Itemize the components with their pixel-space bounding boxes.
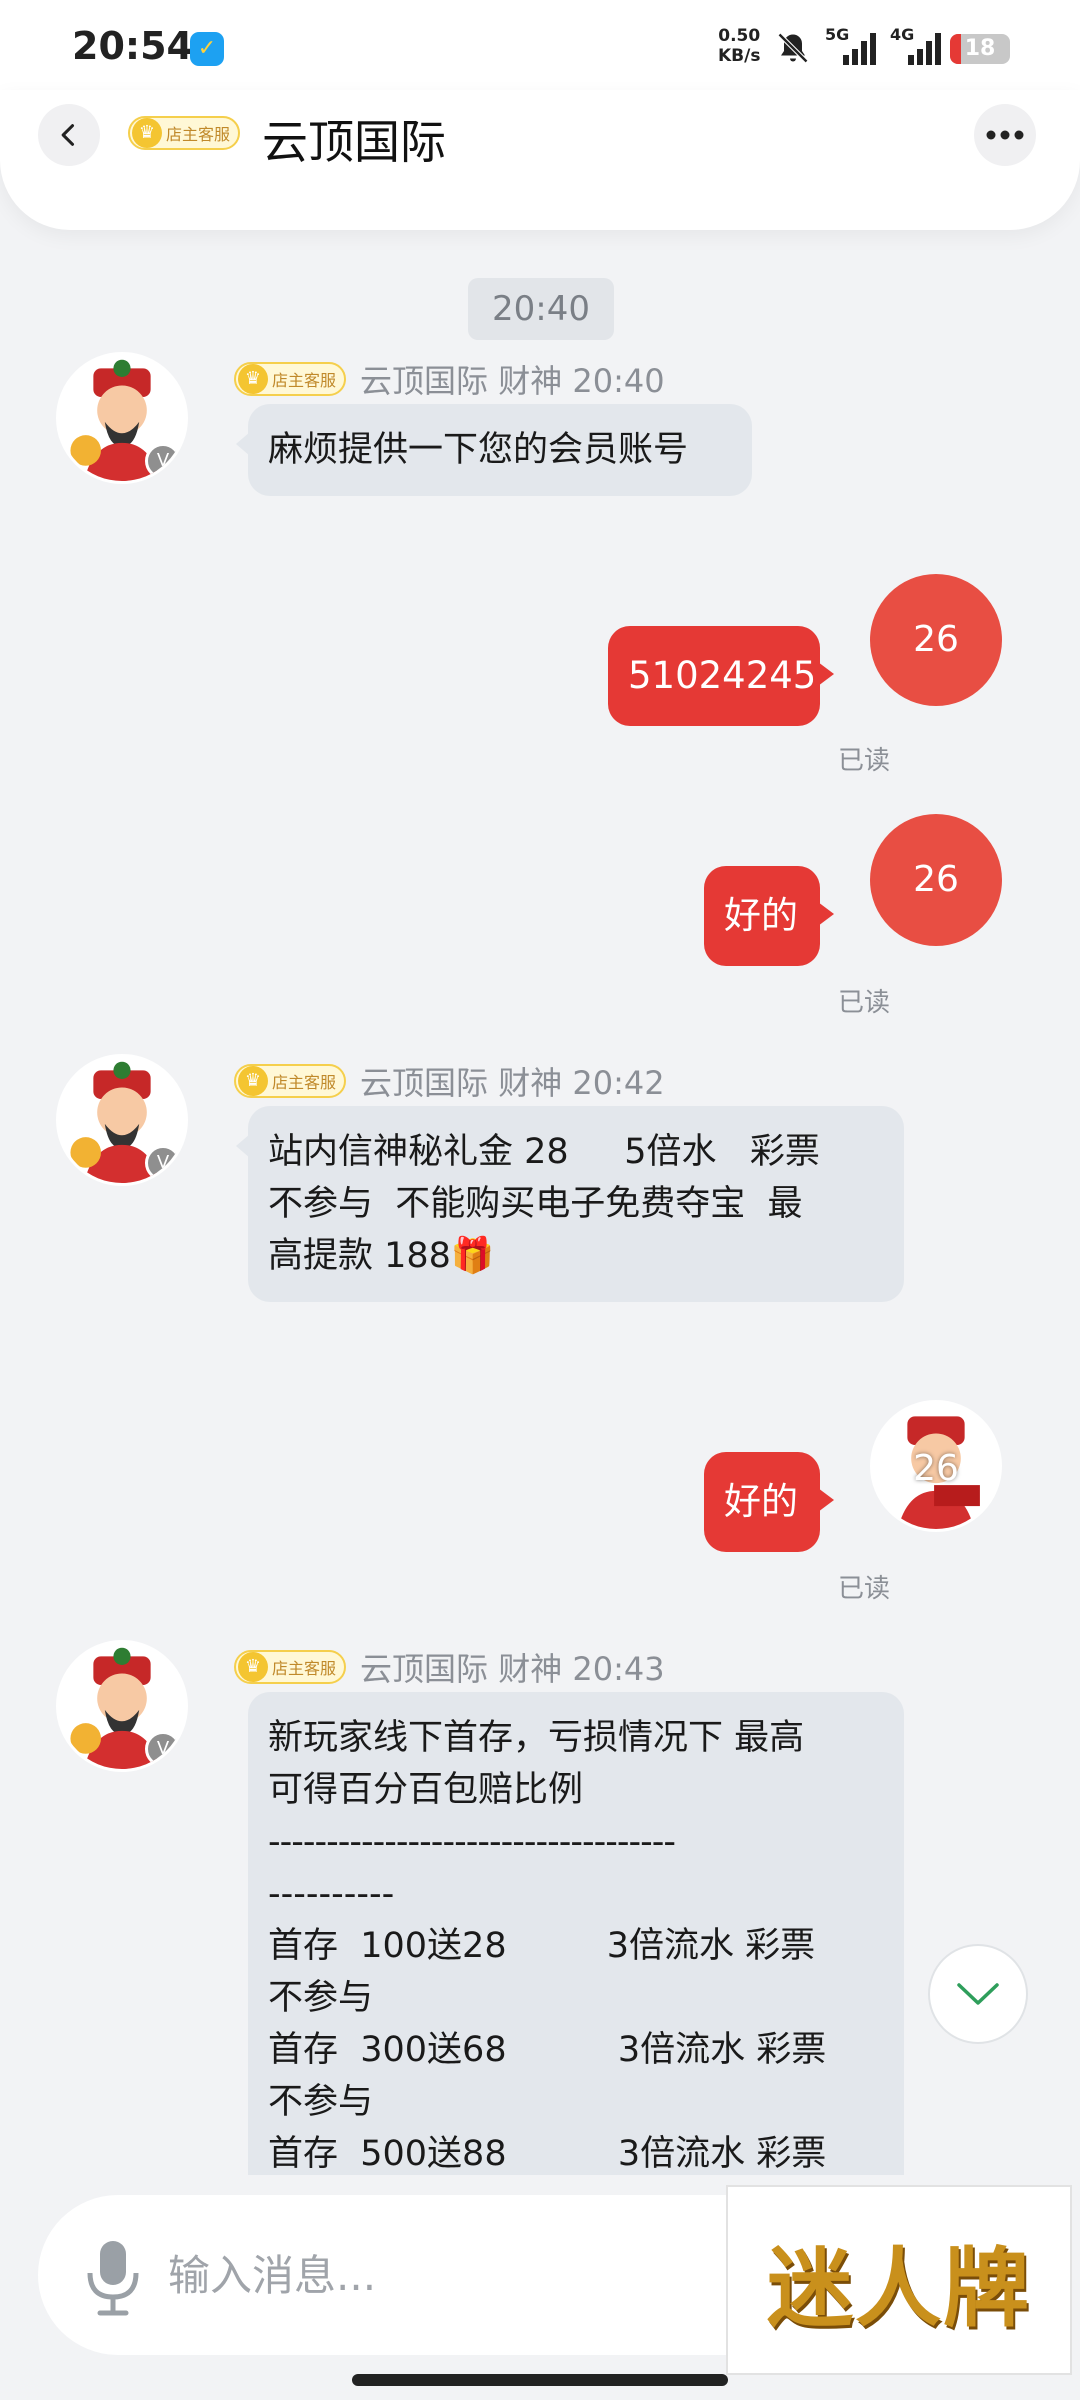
- outgoing-message[interactable]: 51024245: [608, 626, 834, 726]
- incoming-message[interactable]: 新玩家线下首存，亏损情况下 最高 可得百分百包赔比例 -------------…: [248, 1692, 904, 2175]
- signal-5g-icon: 5G: [825, 25, 876, 65]
- user-avatar[interactable]: 26: [870, 1400, 1002, 1532]
- user-avatar[interactable]: 26: [870, 814, 1002, 946]
- more-icon: [986, 130, 1024, 140]
- watermark-text: 迷人牌: [767, 2237, 1031, 2339]
- message-line: 高提款 188🎁: [268, 1236, 495, 1276]
- user-avatar[interactable]: 26: [870, 574, 1002, 706]
- crown-icon: ♛: [238, 1652, 268, 1682]
- microphone-icon[interactable]: [78, 2237, 148, 2317]
- message-line: 不参与: [268, 2082, 374, 2122]
- incoming-message[interactable]: 麻烦提供一下您的会员账号: [236, 404, 752, 496]
- incoming-message[interactable]: 站内信神秘礼金 28 5倍水 彩票 不参与 不能购买电子免费夺宝 最 高提款 1…: [236, 1106, 904, 1302]
- read-receipt: 已读: [838, 746, 891, 776]
- sim2-label: 4G: [890, 25, 915, 44]
- sender-line: ♛ 店主客服 云顶国际 财神 20:43: [234, 1644, 665, 1690]
- shop-owner-badge: ♛ 店主客服: [234, 1650, 347, 1684]
- back-button[interactable]: [38, 104, 100, 166]
- sim1-label: 5G: [825, 25, 850, 44]
- back-icon: [61, 124, 75, 146]
- home-indicator[interactable]: [352, 2374, 728, 2386]
- verified-icon: V: [145, 1145, 181, 1181]
- more-button[interactable]: [974, 104, 1036, 166]
- mute-bell-icon: [777, 32, 809, 64]
- outgoing-message[interactable]: 好的: [704, 1452, 834, 1552]
- crown-icon: ♛: [238, 1066, 268, 1096]
- message-line: 首存 100送28 3倍流水 彩票: [268, 1926, 816, 1966]
- read-receipt: 已读: [838, 1574, 891, 1604]
- message-input[interactable]: [168, 2235, 728, 2315]
- net-speed-value: 0.50: [718, 26, 761, 46]
- shop-owner-badge: ♛ 店主客服: [234, 362, 347, 396]
- read-receipt: 已读: [838, 988, 891, 1018]
- badge-label: 店主客服: [166, 125, 231, 144]
- scroll-to-bottom-button[interactable]: [928, 1944, 1028, 2044]
- watermark-logo: 迷人牌: [726, 2185, 1072, 2375]
- crown-icon: ♛: [132, 118, 162, 148]
- status-bar: 20:54 ✓ 0.50 KB/s 5G 4G 18: [0, 0, 1080, 100]
- time-divider: 20:40: [468, 278, 614, 340]
- chat-title: 云顶国际: [262, 115, 446, 169]
- shop-owner-badge: ♛ 店主客服: [128, 116, 241, 150]
- message-line: 可得百分百包赔比例: [268, 1770, 584, 1810]
- shop-owner-badge: ♛ 店主客服: [234, 1064, 347, 1098]
- outgoing-message[interactable]: 好的: [704, 866, 834, 966]
- message-line: 首存 500送88 3倍流水 彩票: [268, 2134, 827, 2174]
- message-line: ----------: [268, 1874, 395, 1914]
- message-line: 站内信神秘礼金 28 5倍水 彩票: [268, 1132, 820, 1172]
- agent-avatar[interactable]: V: [56, 352, 188, 484]
- status-icons: 5G 4G: [775, 25, 941, 70]
- net-speed: 0.50 KB/s: [718, 26, 760, 66]
- user-avatar-text: 26: [913, 1448, 959, 1489]
- message-line: 不参与 不能购买电子免费夺宝 最: [268, 1184, 803, 1224]
- verified-icon: V: [145, 443, 181, 479]
- sender-name: 云顶国际 财神 20:40: [360, 362, 665, 400]
- sender-name: 云顶国际 财神 20:43: [360, 1650, 665, 1688]
- message-line: 新玩家线下首存，亏损情况下 最高: [268, 1718, 805, 1758]
- badge-label: 店主客服: [272, 1073, 337, 1092]
- net-speed-unit: KB/s: [718, 46, 761, 66]
- chevron-down-icon: [957, 1983, 999, 2005]
- battery-level: 18: [964, 36, 996, 61]
- app-notification-icon: ✓: [190, 32, 224, 66]
- message-line: 麻烦提供一下您的会员账号: [268, 430, 689, 470]
- status-time: 20:54: [72, 24, 193, 68]
- message-line: 不参与: [268, 1978, 374, 2018]
- signal-4g-icon: 4G: [890, 25, 941, 65]
- agent-avatar[interactable]: V: [56, 1054, 188, 1186]
- chat-header: ♛ 店主客服 云顶国际: [0, 90, 1080, 230]
- sender-line: ♛ 店主客服 云顶国际 财神 20:40: [234, 356, 665, 402]
- crown-icon: ♛: [238, 364, 268, 394]
- badge-label: 店主客服: [272, 371, 337, 390]
- message-line: -----------------------------------: [268, 1822, 676, 1862]
- verified-icon: V: [145, 1731, 181, 1767]
- message-line: 首存 300送68 3倍流水 彩票: [268, 2030, 827, 2070]
- agent-avatar[interactable]: V: [56, 1640, 188, 1772]
- sender-name: 云顶国际 财神 20:42: [360, 1064, 665, 1102]
- badge-label: 店主客服: [272, 1659, 337, 1678]
- battery-icon: 18: [950, 34, 1010, 64]
- sender-line: ♛ 店主客服 云顶国际 财神 20:42: [234, 1058, 665, 1104]
